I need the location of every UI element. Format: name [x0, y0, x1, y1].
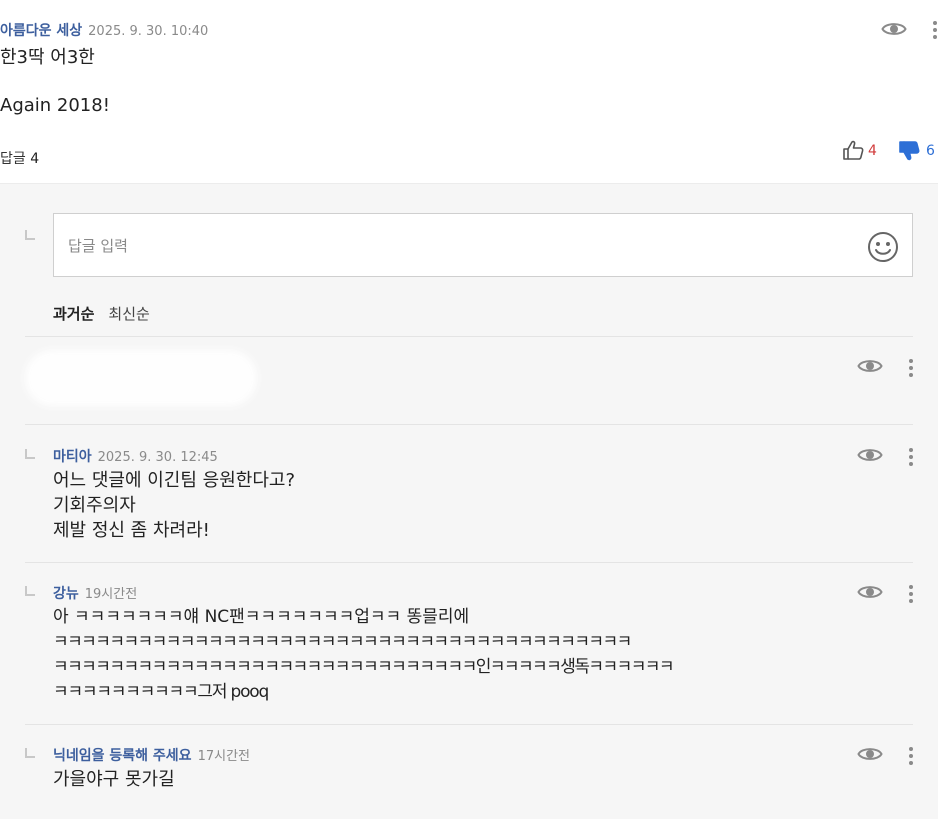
reply-input[interactable]	[68, 234, 848, 258]
comment-body: 한3딱 어3한 Again 2018!	[0, 46, 110, 118]
divider	[25, 562, 913, 563]
reply-meta: 마티아 2025. 9. 30. 12:45	[53, 446, 218, 466]
reply-line: 어느 댓글에 이긴팀 응원한다고?	[53, 470, 295, 491]
comment-line	[0, 70, 110, 94]
like-count: 4	[868, 143, 877, 159]
comment-meta: 아름다운 세상 2025. 9. 30. 10:40	[0, 20, 208, 40]
kebab-menu-icon[interactable]	[908, 447, 914, 467]
reply-line: 제발 정신 좀 차려라!	[53, 520, 210, 541]
kebab-menu-icon[interactable]	[908, 358, 914, 378]
comment-line: Again 2018!	[0, 95, 110, 116]
reply-arrow-icon	[25, 586, 35, 596]
reply-arrow-icon	[25, 449, 35, 459]
comment-date: 2025. 9. 30. 10:40	[88, 24, 209, 39]
sort-newest[interactable]: 최신순	[108, 303, 149, 324]
reply-line: ㅋㅋㅋㅋㅋㅋㅋㅋㅋㅋㅋㅋㅋㅋㅋㅋㅋㅋㅋㅋㅋㅋㅋㅋㅋㅋㅋㅋㅋㅋㅋㅋㅋㅋㅋㅋㅋㅋㅋㅋ…	[53, 632, 632, 652]
eye-icon[interactable]	[857, 583, 883, 601]
comment-thread: 아름다운 세상 2025. 9. 30. 10:40 한3딱 어3한 Again …	[0, 0, 938, 819]
hidden-reply-blur	[25, 350, 257, 406]
reply-label: 답글	[0, 151, 26, 167]
kebab-menu-icon[interactable]	[908, 584, 914, 604]
reply-toggle[interactable]: 답글 4	[0, 148, 39, 168]
reply-line: 아 ㅋㅋㅋㅋㅋㅋㅋ얘 NC팬ㅋㅋㅋㅋㅋㅋㅋ업ㅋㅋ 똥믈리에	[53, 607, 470, 627]
top-comment: 아름다운 세상 2025. 9. 30. 10:40 한3딱 어3한 Again …	[0, 0, 938, 183]
reply-count: 4	[30, 151, 40, 167]
thumbs-up-icon[interactable]	[842, 140, 864, 164]
eye-icon[interactable]	[857, 745, 883, 763]
reply-author[interactable]: 마티아	[53, 449, 92, 465]
sort-oldest[interactable]: 과거순	[53, 303, 94, 324]
reply-body: 어느 댓글에 이긴팀 응원한다고? 기회주의자 제발 정신 좀 차려라!	[53, 468, 295, 543]
reply-arrow-icon	[25, 230, 35, 240]
reply-line: ㅋㅋㅋㅋㅋㅋㅋㅋㅋㅋ그저 pooq	[53, 682, 269, 702]
smiley-icon[interactable]	[867, 231, 899, 263]
reply-line: ㅋㅋㅋㅋㅋㅋㅋㅋㅋㅋㅋㅋㅋㅋㅋㅋㅋㅋㅋㅋㅋㅋㅋㅋㅋㅋㅋㅋㅋㅋ인ㅋㅋㅋㅋㅋ생독ㅋㅋ…	[53, 657, 675, 677]
eye-icon[interactable]	[857, 446, 883, 464]
replies-section: 과거순 최신순 마티아 2025. 9. 30. 12:45	[0, 183, 938, 819]
divider	[25, 336, 913, 337]
kebab-menu-icon[interactable]	[932, 20, 938, 40]
reply-arrow-icon	[25, 748, 35, 758]
reply-line: 기회주의자	[53, 495, 136, 516]
reply-meta: 강뉴 19시간전	[53, 583, 137, 603]
divider	[25, 424, 913, 425]
kebab-menu-icon[interactable]	[908, 746, 914, 766]
reply-author[interactable]: 강뉴	[53, 586, 79, 602]
reply-date: 19시간전	[84, 587, 138, 602]
comment-line: 한3딱 어3한	[0, 47, 95, 68]
reply-date: 2025. 9. 30. 12:45	[97, 450, 218, 465]
divider	[25, 724, 913, 725]
reply-body: 가을야구 못가길	[53, 767, 175, 792]
reply-author[interactable]: 닉네임을 등록해 주세요	[53, 748, 192, 764]
reply-line: 가을야구 못가길	[53, 769, 175, 790]
reply-input-box[interactable]	[53, 213, 913, 277]
dislike-count: 6	[926, 143, 935, 159]
reply-body: 아 ㅋㅋㅋㅋㅋㅋㅋ얘 NC팬ㅋㅋㅋㅋㅋㅋㅋ업ㅋㅋ 똥믈리에 ㅋㅋㅋㅋㅋㅋㅋㅋㅋㅋ…	[53, 605, 675, 705]
eye-icon[interactable]	[857, 357, 883, 375]
reply-date: 17시간전	[197, 749, 250, 764]
thumbs-down-icon[interactable]	[898, 141, 920, 165]
eye-icon[interactable]	[881, 20, 907, 38]
sort-options: 과거순 최신순	[53, 303, 164, 324]
comment-author[interactable]: 아름다운 세상	[0, 23, 82, 39]
reply-meta: 닉네임을 등록해 주세요 17시간전	[53, 745, 250, 765]
